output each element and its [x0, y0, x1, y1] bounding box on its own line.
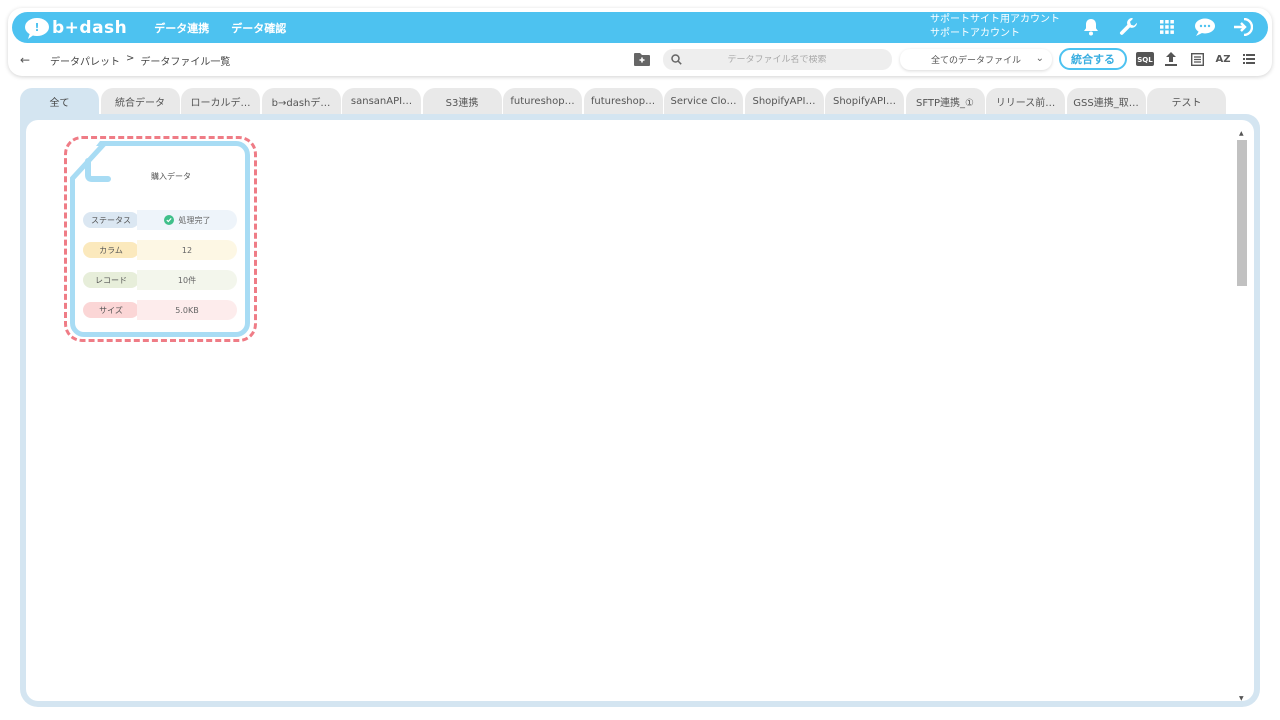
tab-shopify-api-2[interactable]: ShopifyAPI… [825, 88, 905, 114]
back-button[interactable]: ← [20, 53, 36, 67]
file-corner-icon [70, 142, 111, 182]
tab-sansan-api[interactable]: sansanAPI… [342, 88, 422, 114]
search-icon [671, 54, 682, 65]
tab-pre-release[interactable]: リリース前… [986, 88, 1066, 114]
main-nav: データ連携 データ確認 [154, 20, 308, 36]
tab-futureshop-1[interactable]: futureshop… [503, 88, 583, 114]
account-site-name: サポートサイト用アカウント [930, 14, 1060, 25]
file-filter-value: 全てのデータファイル [930, 56, 1021, 66]
record-label: レコード [81, 270, 141, 290]
breadcrumb: データパレット > データファイル一覧 [50, 53, 236, 68]
chevron-down-icon: ⌄ [1035, 53, 1044, 64]
status-value-text: 処理完了 [178, 215, 211, 225]
stat-row-size: サイズ 5.0KB [81, 300, 237, 320]
tab-s3[interactable]: S3連携 [422, 88, 503, 114]
stat-row-record: レコード 10件 [81, 270, 237, 290]
chat-icon[interactable] [1194, 16, 1216, 38]
column-label: カラム [81, 240, 141, 260]
menu-list-icon[interactable] [1240, 51, 1258, 67]
tab-local-data[interactable]: ローカルデ… [181, 88, 261, 114]
tab-gss[interactable]: GSS連携_取… [1066, 88, 1147, 114]
nav-data-check[interactable]: データ確認 [231, 20, 286, 36]
merge-button[interactable]: 統合する [1059, 48, 1127, 70]
search-box [663, 49, 892, 70]
tab-test[interactable]: テスト [1147, 88, 1227, 114]
logo-text: b+dash [52, 17, 128, 38]
tab-merged-data[interactable]: 統合データ [100, 88, 181, 114]
scroll-thumb[interactable] [1237, 140, 1247, 286]
wrench-icon[interactable] [1118, 16, 1140, 38]
sub-toolbar: ← データパレット > データファイル一覧 全てのデータファイル ⌄ 統合する … [20, 48, 1260, 72]
account-info[interactable]: サポートサイト用アカウント サポートアカウント [918, 13, 1068, 41]
logout-icon[interactable] [1232, 16, 1254, 38]
list-view-icon[interactable] [1188, 51, 1206, 67]
breadcrumb-data-palette[interactable]: データパレット [50, 53, 120, 68]
breadcrumb-file-list: データファイル一覧 [140, 56, 231, 68]
stat-row-status: ステータス 処理完了 [81, 210, 237, 230]
sql-icon-label: SQL [1137, 56, 1153, 64]
tab-all[interactable]: 全て [20, 88, 100, 114]
tab-bdash-data[interactable]: b→dashデ… [261, 88, 342, 114]
upload-icon[interactable] [1162, 51, 1180, 67]
sort-az-icon[interactable]: AZ [1214, 51, 1232, 67]
grid-icon[interactable] [1156, 16, 1178, 38]
breadcrumb-separator: > [126, 52, 135, 64]
scroll-down-icon[interactable]: ▼ [1239, 695, 1244, 702]
svg-text:!: ! [34, 21, 39, 34]
status-value: 処理完了 [137, 210, 237, 230]
file-filter-select[interactable]: 全てのデータファイル ⌄ [900, 49, 1052, 70]
top-icons [1064, 16, 1254, 38]
account-user-name: サポートアカウント [930, 28, 1020, 39]
record-value: 10件 [137, 270, 237, 290]
logo-bubble-icon: ! [24, 17, 50, 39]
app-root: ! b+dash データ連携 データ確認 サポートサイト用アカウント サポートア… [0, 0, 1280, 720]
size-label: サイズ [81, 300, 141, 320]
tab-futureshop-2[interactable]: futureshop… [583, 88, 664, 114]
tool-icons: SQL AZ [1136, 51, 1266, 67]
stat-row-column: カラム 12 [81, 240, 237, 260]
size-value: 5.0KB [137, 300, 237, 320]
tab-sftp[interactable]: SFTP連携_① [905, 88, 986, 114]
tab-shopify-api-1[interactable]: ShopifyAPI… [744, 88, 825, 114]
nav-data-integration[interactable]: データ連携 [154, 20, 209, 36]
sql-icon[interactable]: SQL [1136, 51, 1154, 67]
bell-icon[interactable] [1080, 16, 1102, 38]
search-input[interactable] [682, 54, 892, 65]
logo[interactable]: ! b+dash [24, 17, 127, 39]
card-title: 購入データ [151, 172, 191, 181]
top-bar: ! b+dash データ連携 データ確認 サポートサイト用アカウント サポートア… [12, 12, 1268, 43]
status-label: ステータス [81, 210, 141, 230]
scroll-up-icon[interactable]: ▲ [1239, 130, 1244, 137]
tab-service-cloud[interactable]: Service Clo… [664, 88, 744, 114]
add-folder-icon[interactable] [634, 51, 652, 67]
check-circle-icon [163, 215, 174, 225]
scrollbar[interactable]: ▲ ▼ [1236, 130, 1248, 702]
column-value: 12 [137, 240, 237, 260]
data-source-tabs: 全て 統合データ ローカルデ… b→dashデ… sansanAPI… S3連携… [20, 88, 1228, 114]
